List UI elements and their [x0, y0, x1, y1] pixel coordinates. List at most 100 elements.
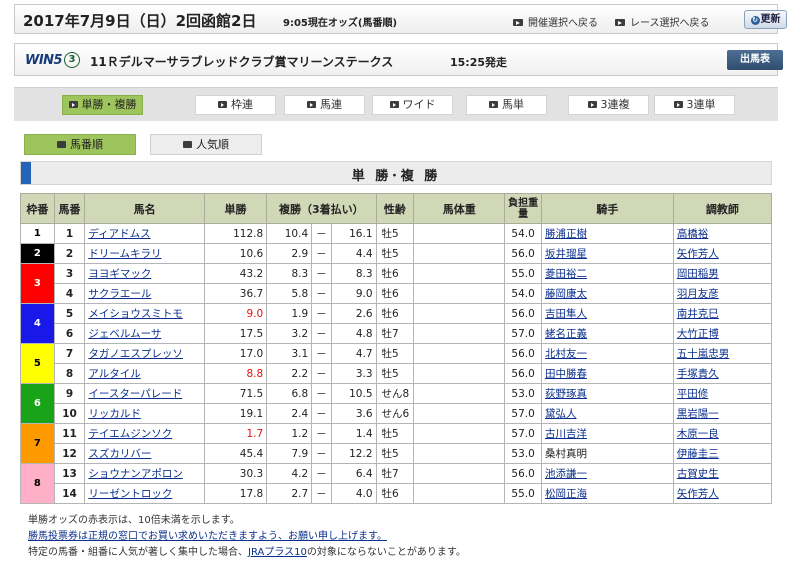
col-win: 単勝: [203, 193, 268, 224]
tab-3[interactable]: ワイド: [372, 95, 453, 115]
waku-cell: 6: [20, 383, 55, 424]
place-odds-low: 2.2: [266, 363, 313, 384]
horse-name-link[interactable]: アルタイル: [84, 363, 205, 384]
place-odds-high: 4.4: [330, 243, 377, 264]
place-odds-separator: －: [311, 383, 332, 404]
jra-plus10-link[interactable]: JRAプラス10: [248, 547, 307, 558]
jockey-name[interactable]: 蛯名正義: [541, 323, 674, 344]
note-purchase-link[interactable]: 勝馬投票券は正規の窓口でお買い求めいただきますよう、お願い申し上げます。: [28, 531, 387, 542]
tab-0[interactable]: 単勝・複勝: [62, 95, 143, 115]
tab-label: 3連単: [686, 98, 716, 111]
tab-6[interactable]: 3連単: [654, 95, 735, 115]
table-row: 8 アルタイル 8.8 2.2 － 3.3 牡5 56.0 田中勝春 手塚貴久: [21, 363, 773, 384]
horse-name-link[interactable]: タガノエスプレッソ: [84, 343, 205, 364]
entry-table-button[interactable]: 出馬表: [727, 50, 783, 70]
table-row: 4 5 メイショウスミトモ 9.0 1.9 － 2.6 牡6 56.0 吉田隼人 南井克巳: [20, 303, 773, 344]
horse-name-link[interactable]: ジェベルムーサ: [84, 323, 205, 344]
trainer-name-link[interactable]: 黒岩陽一: [672, 403, 773, 424]
horse-name-link[interactable]: ドリームキラリ: [84, 243, 205, 264]
jockey-name[interactable]: 菱田裕二: [541, 263, 674, 284]
bet-type-tabs: 単勝・複勝 枠連 馬連 ワイド 馬単 3連複 3連単: [14, 87, 778, 121]
jockey-name[interactable]: 古川吉洋: [541, 423, 674, 444]
tab-2[interactable]: 馬連: [284, 95, 365, 115]
sex-age: 牡5: [375, 243, 415, 264]
trainer-name-link[interactable]: 古賀史生: [672, 463, 773, 484]
horse-name-link[interactable]: サクラエール: [84, 283, 205, 304]
trainer-name-link[interactable]: 矢作芳人: [672, 243, 773, 264]
carried-weight: 56.0: [504, 343, 543, 364]
jockey-name[interactable]: 藤岡康太: [541, 283, 674, 304]
sex-age: 牡5: [375, 363, 415, 384]
sex-age: 牡6: [375, 263, 415, 284]
horse-name-link[interactable]: リーゼントロック: [84, 483, 205, 504]
carried-weight: 57.0: [504, 323, 543, 344]
win-odds: 10.6: [203, 243, 268, 264]
waku-cell: 8: [20, 463, 55, 504]
horse-number: 9: [53, 383, 86, 404]
refresh-label: 更新: [760, 14, 781, 25]
back-to-race-link[interactable]: レース選択へ戻る: [615, 14, 710, 29]
sex-age: 牡5: [375, 343, 415, 364]
place-odds-low: 3.2: [266, 323, 313, 344]
jockey-name[interactable]: 黛弘人: [541, 403, 674, 424]
trainer-name-link[interactable]: 平田修: [672, 383, 773, 404]
place-odds-separator: －: [311, 283, 332, 304]
table-header-row: 枠番 馬番 馬名 単勝 複勝（3着払い） 性齢 馬体重 負担重量 騎手 調教師: [20, 193, 773, 224]
jockey-name[interactable]: 荻野琢真: [541, 383, 674, 404]
jockey-name[interactable]: 北村友一: [541, 343, 674, 364]
horse-name-link[interactable]: イースターパレード: [84, 383, 205, 404]
trainer-name-link[interactable]: 大竹正博: [672, 323, 773, 344]
sort-by-number-tab[interactable]: 馬番順: [24, 134, 136, 155]
horse-name-link[interactable]: ディアドムス: [84, 223, 205, 244]
win-odds: 36.7: [203, 283, 268, 304]
trainer-name-link[interactable]: 羽月友彦: [672, 283, 773, 304]
trainer-name-link[interactable]: 五十嵐忠男: [672, 343, 773, 364]
horse-name-link[interactable]: スズカリバー: [84, 443, 205, 464]
place-odds-high: 1.4: [330, 423, 377, 444]
jockey-name[interactable]: 池添謙一: [541, 463, 674, 484]
tab-4[interactable]: 馬単: [466, 95, 547, 115]
trainer-name-link[interactable]: 伊藤圭三: [672, 443, 773, 464]
carried-weight: 54.0: [504, 223, 543, 244]
horse-number: 3: [53, 263, 86, 284]
trainer-name-link[interactable]: 岡田稲男: [672, 263, 773, 284]
horse-name-link[interactable]: ショウナンアポロン: [84, 463, 205, 484]
horse-weight: [413, 243, 506, 264]
table-row: 10 リッカルド 19.1 2.4 － 3.6 せん6 57.0 黛弘人 黒岩陽一: [21, 403, 773, 424]
tab-5[interactable]: 3連複: [568, 95, 649, 115]
tab-1[interactable]: 枠連: [195, 95, 276, 115]
back-to-meeting-link[interactable]: 開催選択へ戻る: [513, 14, 598, 29]
page-title: 2017年7月9日（日）2回函館2日: [23, 12, 257, 30]
arrow-right-icon: [587, 101, 597, 108]
jockey-name[interactable]: 松岡正海: [541, 483, 674, 504]
place-odds-separator: －: [311, 243, 332, 264]
horse-name-link[interactable]: メイショウスミトモ: [84, 303, 205, 324]
place-odds-separator: －: [311, 303, 332, 324]
win-odds: 30.3: [203, 463, 268, 484]
trainer-name-link[interactable]: 木原一良: [672, 423, 773, 444]
sort-by-popularity-tab[interactable]: 人気順: [150, 134, 262, 155]
jockey-name[interactable]: 田中勝春: [541, 363, 674, 384]
carried-weight: 56.0: [504, 463, 543, 484]
jockey-name[interactable]: 勝浦正樹: [541, 223, 674, 244]
horse-name-link[interactable]: テイエムジンソク: [84, 423, 205, 444]
trainer-name-link[interactable]: 高橋裕: [672, 223, 773, 244]
carried-weight: 57.0: [504, 403, 543, 424]
jockey-name[interactable]: 坂井瑠星: [541, 243, 674, 264]
trainer-name-link[interactable]: 南井克巳: [672, 303, 773, 324]
horse-name-link[interactable]: ヨヨギマック: [84, 263, 205, 284]
col-name: 馬名: [84, 193, 205, 224]
place-odds-low: 8.3: [266, 263, 313, 284]
trainer-name-link[interactable]: 矢作芳人: [672, 483, 773, 504]
table-row: 6 9 イースターパレード 71.5 6.8 － 10.5 せん8 53.0 荻野琢真 平田修: [20, 383, 773, 424]
place-odds-high: 2.6: [330, 303, 377, 324]
horse-name-link[interactable]: リッカルド: [84, 403, 205, 424]
race-header: WIN5 3 11Ｒデルマーサラブレッドクラブ賞マリーンステークス 15:25発…: [14, 43, 783, 76]
refresh-button[interactable]: ↻ 更新: [744, 10, 787, 29]
jockey-name[interactable]: 吉田隼人: [541, 303, 674, 324]
col-trainer: 調教師: [672, 193, 773, 224]
trainer-name-link[interactable]: 手塚貴久: [672, 363, 773, 384]
col-sex-age: 性齢: [375, 193, 415, 224]
note-red-odds: 単勝オッズの赤表示は、10倍未満を示します。: [28, 515, 240, 526]
waku-cell: 7: [20, 423, 55, 464]
